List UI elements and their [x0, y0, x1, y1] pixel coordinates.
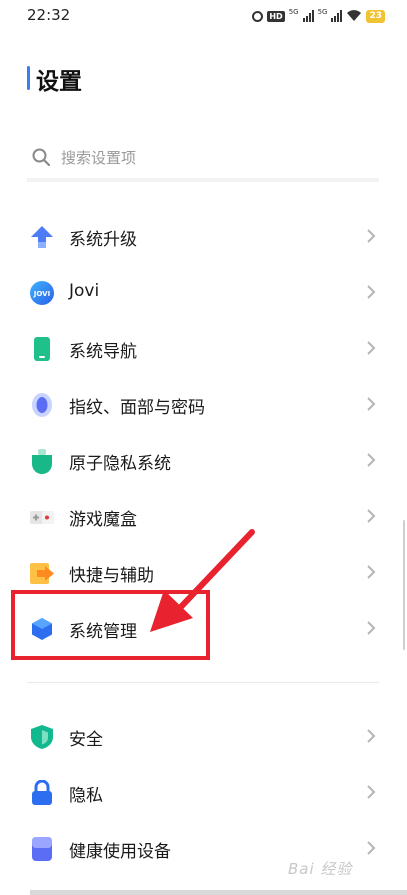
- settings-item-label: 隐私: [69, 786, 103, 806]
- chevron-right-icon: [367, 841, 376, 855]
- alarm-icon: [252, 10, 264, 22]
- healthy-usage-icon: [32, 837, 52, 861]
- settings-item-label: Jovi: [69, 281, 100, 301]
- settings-item-system-upgrade[interactable]: 系统升级: [0, 208, 407, 264]
- settings-item-atom-privacy[interactable]: 原子隐私系统: [0, 432, 407, 488]
- chevron-right-icon: [367, 785, 376, 799]
- page-title: 设置: [36, 69, 82, 95]
- chevron-right-icon: [367, 509, 376, 523]
- title-accent-bar: [27, 66, 30, 90]
- signal-icon: [302, 10, 314, 22]
- settings-item-label: 安全: [69, 730, 103, 750]
- section-divider: [27, 682, 379, 683]
- chevron-right-icon: [367, 229, 376, 243]
- chevron-right-icon: [367, 341, 376, 355]
- settings-item-game-box[interactable]: 游戏魔盒: [0, 488, 407, 544]
- hd-voice-icon: HD: [267, 10, 285, 22]
- settings-item-jovi[interactable]: JOVI Jovi: [0, 264, 407, 320]
- annotation-highlight-box: [11, 590, 210, 660]
- settings-item-label: 指纹、面部与密码: [69, 398, 205, 418]
- chevron-right-icon: [367, 453, 376, 467]
- network-type-label: 5G: [288, 8, 299, 16]
- settings-item-label: 系统升级: [69, 230, 137, 250]
- jovi-icon: JOVI: [30, 281, 54, 305]
- upgrade-arrow-icon: [31, 226, 53, 248]
- search-input[interactable]: [59, 146, 363, 170]
- search-icon: [32, 148, 50, 166]
- signal-icon-2: [331, 10, 343, 22]
- settings-item-system-navigation[interactable]: 系统导航: [0, 320, 407, 376]
- chevron-right-icon: [367, 729, 376, 743]
- settings-item-security[interactable]: 安全: [0, 708, 407, 764]
- settings-item-label: 游戏魔盒: [69, 510, 137, 530]
- settings-item-label: 原子隐私系统: [69, 454, 171, 474]
- wifi-icon: [347, 10, 362, 21]
- chevron-right-icon: [367, 397, 376, 411]
- settings-item-fingerprint[interactable]: 指纹、面部与密码: [0, 376, 407, 432]
- settings-item-label: 系统导航: [69, 342, 137, 362]
- scrollbar-thumb[interactable]: [403, 520, 405, 650]
- status-icons: HD 5G 5G 23: [252, 7, 385, 25]
- navigation-phone-icon: [34, 337, 50, 361]
- gamepad-icon: [30, 511, 54, 524]
- status-time: 22:32: [27, 6, 71, 24]
- atom-privacy-icon: [32, 449, 52, 474]
- status-bar: 22:32 HD 5G 5G 23: [0, 0, 407, 32]
- shortcut-arrow-icon: [30, 563, 54, 584]
- chevron-right-icon: [367, 285, 376, 299]
- privacy-lock-icon: [32, 780, 52, 805]
- watermark-text: Bai 经验: [288, 860, 353, 878]
- settings-item-label: 快捷与辅助: [69, 566, 154, 586]
- security-shield-icon: [31, 725, 53, 749]
- settings-item-label: 健康使用设备: [69, 842, 171, 862]
- network-type-label-2: 5G: [317, 8, 328, 16]
- search-bar[interactable]: [27, 140, 379, 182]
- chevron-right-icon: [367, 621, 376, 635]
- chevron-right-icon: [367, 565, 376, 579]
- svg-text:JOVI: JOVI: [33, 290, 50, 298]
- settings-item-privacy[interactable]: 隐私: [0, 764, 407, 820]
- battery-icon: 23: [366, 9, 385, 23]
- fingerprint-icon: [32, 393, 52, 417]
- bottom-peek-bar: [30, 890, 407, 895]
